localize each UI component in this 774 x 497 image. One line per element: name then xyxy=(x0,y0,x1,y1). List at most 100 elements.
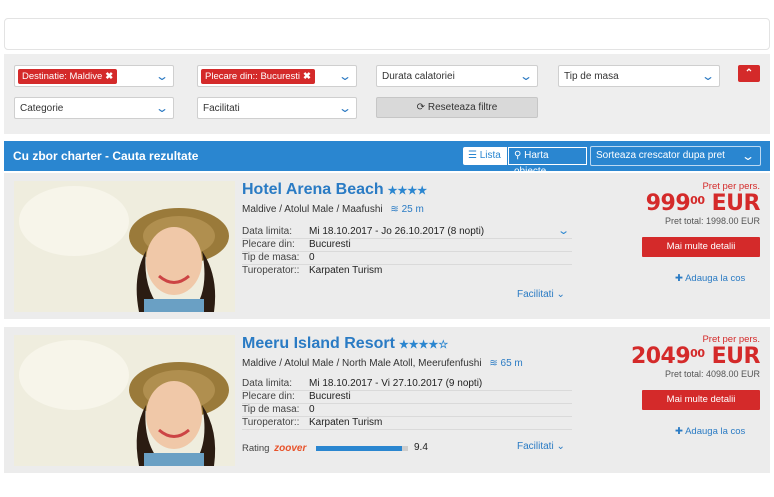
detail-tip-masa: Tip de masa: 0 xyxy=(242,404,572,417)
data-limita-value: Mi 18.10.2017 - Jo 26.10.2017 (8 nopti) xyxy=(309,226,485,237)
star-rating: ★★★★ xyxy=(387,185,428,197)
chevron-down-icon: ⌄ xyxy=(154,69,170,83)
hotel-photo[interactable] xyxy=(14,335,235,466)
price-main: 999 xyxy=(645,191,691,216)
plecare-label: Plecare din: xyxy=(242,239,295,250)
filter-panel: Destinatie: Maldive ✖ ⌄ Plecare din:: Buc… xyxy=(4,54,770,134)
view-list-label: Lista xyxy=(479,150,501,161)
data-limita-value: Mi 18.10.2017 - Vi 27.10.2017 (9 nopti) xyxy=(309,378,483,389)
beach-distance-icon: ≋ xyxy=(390,204,399,215)
chevron-down-icon[interactable]: ⌄ xyxy=(557,224,570,237)
turoperator-value: Karpaten Turism xyxy=(309,417,383,428)
price-total: Pret total: 1998.00 EUR xyxy=(664,216,760,226)
chevron-down-icon: ⌄ xyxy=(154,101,170,115)
tip-masa-label: Tip de masa: xyxy=(242,252,300,263)
plecare-tag-label: Plecare din:: Bucuresti xyxy=(205,71,301,82)
durata-select[interactable]: Durata calatoriei ⌄ xyxy=(376,65,538,87)
data-limita-label: Data limita: xyxy=(242,378,293,389)
rating-label: Rating xyxy=(242,443,270,454)
detail-plecare: Plecare din: Bucuresti xyxy=(242,391,572,404)
facilitati-toggle[interactable]: Facilitati ⌄ xyxy=(517,441,565,452)
remove-icon[interactable]: ✖ xyxy=(105,71,113,82)
facilitati-select[interactable]: Facilitati ⌄ xyxy=(197,97,357,119)
price-main: 2049 xyxy=(630,344,691,369)
hotel-card: Meeru Island Resort ★★★★☆ Maldive / Atolu… xyxy=(4,327,770,473)
turoperator-value: Karpaten Turism xyxy=(309,265,383,276)
hotel-card: Hotel Arena Beach ★★★★ Maldive / Atolul M… xyxy=(4,173,770,319)
plecare-select[interactable]: Plecare din:: Bucuresti ✖ ⌄ xyxy=(197,65,357,87)
view-map-button[interactable]: ⚲ Harta obiecte xyxy=(508,147,587,177)
facilitati-toggle[interactable]: Facilitati ⌄ xyxy=(517,289,565,300)
view-list-button[interactable]: ☰ Lista xyxy=(463,147,507,165)
tip-masa-select[interactable]: Tip de masa ⌄ xyxy=(558,65,720,87)
beach-distance: 25 m xyxy=(401,204,424,215)
chevron-down-icon: ⌄ xyxy=(518,69,534,83)
add-cart-label: Adauga la cos xyxy=(685,426,746,437)
refresh-icon: ⟳ xyxy=(416,102,426,113)
facilitati-label: Facilitati xyxy=(517,441,554,452)
reset-filters-label: Reseteaza filtre xyxy=(427,102,498,113)
page: Destinatie: Maldive ✖ ⌄ Plecare din:: Buc… xyxy=(0,0,774,497)
destinatie-select[interactable]: Destinatie: Maldive ✖ ⌄ xyxy=(14,65,174,87)
plecare-value: Bucuresti xyxy=(309,391,351,402)
hotel-name-text[interactable]: Meeru Island Resort xyxy=(242,335,395,352)
detail-data-limita: Data limita: Mi 18.10.2017 - Jo 26.10.20… xyxy=(242,224,572,239)
hotel-name[interactable]: Hotel Arena Beach ★★★★ xyxy=(242,181,427,199)
hotel-location: Maldive / Atolul Male / North Male Atoll… xyxy=(242,358,523,369)
hotel-name[interactable]: Meeru Island Resort ★★★★☆ xyxy=(242,335,448,353)
location-text: Maldive / Atolul Male / Maafushi xyxy=(242,204,383,215)
categorie-placeholder: Categorie xyxy=(20,103,64,114)
sort-select[interactable]: Sorteaza crescator dupa pret ⌄ xyxy=(590,146,761,166)
durata-placeholder: Durata calatoriei xyxy=(382,71,455,82)
plecare-label: Plecare din: xyxy=(242,391,295,402)
remove-icon[interactable]: ✖ xyxy=(303,71,311,82)
facilitati-label: Facilitati xyxy=(517,289,554,300)
tip-masa-label: Tip de masa: xyxy=(242,404,300,415)
chevron-down-icon: ⌄ xyxy=(556,289,565,300)
rating-value: 9.4 xyxy=(414,442,428,453)
chevron-down-icon: ⌄ xyxy=(337,69,353,83)
chevron-down-icon: ⌄ xyxy=(337,101,353,115)
rating: Rating zoover xyxy=(242,443,306,454)
plus-icon: ✚ xyxy=(675,426,683,437)
details-button[interactable]: Mai multe detalii xyxy=(642,237,760,257)
plus-icon: ✚ xyxy=(675,273,683,284)
chevron-down-icon: ⌄ xyxy=(700,69,716,83)
turoperator-label: Turoperator:: xyxy=(242,265,300,276)
facilitati-placeholder: Facilitati xyxy=(203,103,240,114)
hotel-photo[interactable] xyxy=(14,181,235,312)
add-to-cart-link[interactable]: ✚ Adauga la cos xyxy=(675,426,745,437)
price: 99900 EUR xyxy=(645,191,761,216)
hotel-location: Maldive / Atolul Male / Maafushi ≋ 25 m xyxy=(242,204,424,215)
rating-bar xyxy=(316,446,408,451)
destinatie-tag[interactable]: Destinatie: Maldive ✖ xyxy=(18,69,118,84)
results-header: Cu zbor charter - Cauta rezultate ☰ List… xyxy=(4,141,770,177)
price-total: Pret total: 4098.00 EUR xyxy=(664,369,760,379)
zoover-logo: zoover xyxy=(274,443,307,454)
details-button[interactable]: Mai multe detalii xyxy=(642,390,760,410)
reset-filters-button[interactable]: ⟳ Reseteaza filtre xyxy=(376,97,538,118)
hotel-name-text[interactable]: Hotel Arena Beach xyxy=(242,181,384,198)
sort-label: Sorteaza crescator dupa pret xyxy=(596,150,725,161)
detail-data-limita: Data limita: Mi 18.10.2017 - Vi 27.10.20… xyxy=(242,378,572,391)
plecare-value: Bucuresti xyxy=(309,239,351,250)
tip-masa-placeholder: Tip de masa xyxy=(564,71,619,82)
list-icon: ☰ xyxy=(468,150,477,161)
turoperator-label: Turoperator:: xyxy=(242,417,300,428)
data-limita-label: Data limita: xyxy=(242,226,293,237)
top-strip xyxy=(4,18,770,50)
map-pin-icon: ⚲ xyxy=(514,150,522,161)
tip-masa-value: 0 xyxy=(309,404,315,415)
destinatie-tag-label: Destinatie: Maldive xyxy=(22,71,103,82)
plecare-tag[interactable]: Plecare din:: Bucuresti ✖ xyxy=(201,69,316,84)
star-rating: ★★★★☆ xyxy=(398,339,449,351)
chevron-up-icon: ⌃ xyxy=(744,68,754,79)
chevron-down-icon: ⌄ xyxy=(740,149,756,163)
collapse-filters-button[interactable]: ⌃ xyxy=(738,65,760,82)
add-to-cart-link[interactable]: ✚ Adauga la cos xyxy=(675,273,745,284)
detail-turoperator: Turoperator:: Karpaten Turism xyxy=(242,417,572,430)
add-cart-label: Adauga la cos xyxy=(685,273,746,284)
categorie-select[interactable]: Categorie ⌄ xyxy=(14,97,174,119)
detail-turoperator: Turoperator:: Karpaten Turism xyxy=(242,265,572,278)
beach-distance-icon: ≋ xyxy=(489,358,498,369)
